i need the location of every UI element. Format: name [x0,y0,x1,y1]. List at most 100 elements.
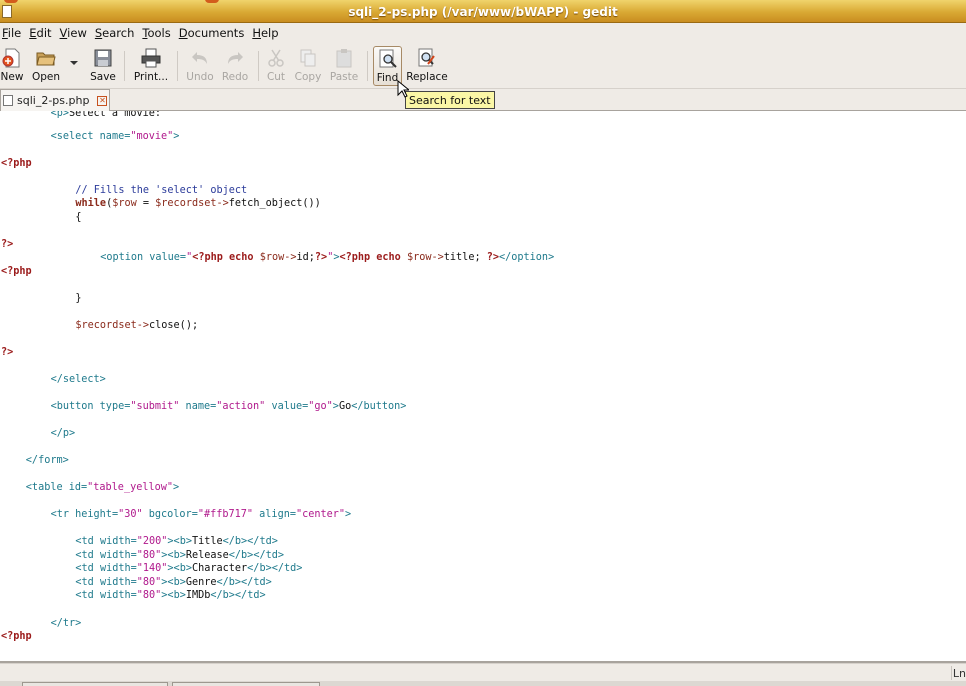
code-token: type= [99,401,131,412]
code-token: <table [25,482,69,493]
code-token: <td [75,536,100,547]
code-token: > [345,509,352,520]
code-token: "80" [136,550,162,561]
code-token: height= [75,509,119,520]
code-token: </tr> [50,618,82,629]
code-line: <td width="80"><b>IMDb</b></td> [75,589,265,602]
replace-button[interactable]: Replace [405,46,449,86]
code-token: </form> [25,455,69,466]
code-token: name= [99,131,131,142]
code-line: <p>Select a movie: [51,111,161,120]
copy-button[interactable]: Copy [293,46,323,86]
code-token: "#ffb717" [197,509,254,520]
code-line: $recordset->close(); [75,319,198,332]
menu-view[interactable]: View [60,26,87,40]
code-token: ><b> [167,536,192,547]
redo-icon [228,52,243,64]
code-token: close(); [149,320,199,331]
code-token: $row [112,198,137,209]
window-title: sqli_2-ps.php (/var/www/bWAPP) - gedit [348,5,618,19]
code-line: </p> [51,427,76,440]
code-token: ><b> [161,590,186,601]
undo-button[interactable]: Undo [184,46,216,86]
code-token: "movie" [130,131,174,142]
code-token: IMDb [185,590,211,601]
desktop-strip [205,0,219,3]
close-icon[interactable]: ✕ [97,95,108,106]
taskbar-button[interactable] [172,682,320,686]
code-line: <tr height="30" bgcolor="#ffb717" align=… [51,508,352,521]
menu-edit[interactable]: Edit [29,26,51,40]
code-token: "center" [295,509,346,520]
code-token: "table_yellow" [87,482,174,493]
toolbar: New Open Save Print... Undo Redo Cut Cop… [0,43,966,89]
menu-tools[interactable]: Tools [142,26,170,40]
code-token: = [136,198,156,209]
code-token: <?php [1,158,32,169]
find-replace-icon [418,48,435,67]
tab-sqli-2-ps[interactable]: sqli_2-ps.php ✕ [0,89,110,111]
code-token: "140" [136,563,168,574]
code-line: </tr> [51,617,82,630]
new-button[interactable]: New [0,46,24,86]
code-token: "80" [136,577,162,588]
code-token: </b></td> [216,577,272,588]
code-token: Go [338,401,352,412]
menu-documents[interactable]: Documents [179,26,245,40]
code-token: -> [284,252,297,263]
code-token: <?php [1,631,32,642]
mouse-pointer-icon [397,80,409,98]
menu-file[interactable]: File [2,26,21,40]
code-token: "submit" [130,401,180,412]
code-line: ?> [1,346,13,359]
code-token: $recordset [75,320,137,331]
chevron-down-icon[interactable] [70,61,78,65]
code-line: <?php [1,157,32,170]
paste-button[interactable]: Paste [327,46,361,86]
code-line: </form> [26,454,69,467]
code-editor[interactable]: <p>Select a movie: <select name="movie"> <… [0,111,966,661]
code-token: $row [406,252,432,263]
clipboard-icon [336,49,352,68]
code-token: <tr [50,509,76,520]
code-token: Select a movie: [69,111,162,119]
code-token: Genre [185,577,217,588]
code-token: > [173,482,180,493]
code-token: width= [99,563,137,574]
code-token: </select> [50,374,106,385]
redo-button[interactable]: Redo [219,46,251,86]
code-token: width= [99,550,137,561]
code-token: } [75,293,82,304]
menu-help[interactable]: Help [252,26,278,40]
code-token: </b></td> [228,550,284,561]
code-token: while [75,198,107,209]
code-token: </b></td> [247,563,303,574]
menu-search[interactable]: Search [95,26,135,40]
text-file-icon [3,95,13,106]
print-button[interactable]: Print... [131,46,171,86]
code-line: <td width="80"><b>Genre</b></td> [75,576,271,589]
code-token: ><b> [167,563,192,574]
toolbar-separator [367,51,368,81]
title-bar: sqli_2-ps.php (/var/www/bWAPP) - gedit [0,0,966,23]
code-line: // Fills the 'select' object [75,184,247,197]
search-icon [379,49,397,68]
code-line: <button type="submit" name="action" valu… [51,400,407,413]
code-line: <td width="200"><b>Title</b></td> [75,535,277,548]
code-token: value= [149,252,187,263]
new-document-icon [2,48,20,68]
taskbar-button[interactable] [22,682,168,686]
code-token: $row [259,252,285,263]
code-token: ?> [1,347,14,358]
scissors-icon [268,49,284,67]
code-line: while($row = $recordset->fetch_object()) [75,197,320,210]
toolbar-separator [258,51,259,81]
code-token: width= [99,536,137,547]
save-button[interactable]: Save [88,46,118,86]
undo-icon [192,52,207,64]
code-token: ?> [1,239,14,250]
open-button[interactable]: Open [30,46,62,86]
cursor-position: Ln [952,667,966,680]
code-token: "200" [136,536,168,547]
cut-button[interactable]: Cut [262,46,290,86]
